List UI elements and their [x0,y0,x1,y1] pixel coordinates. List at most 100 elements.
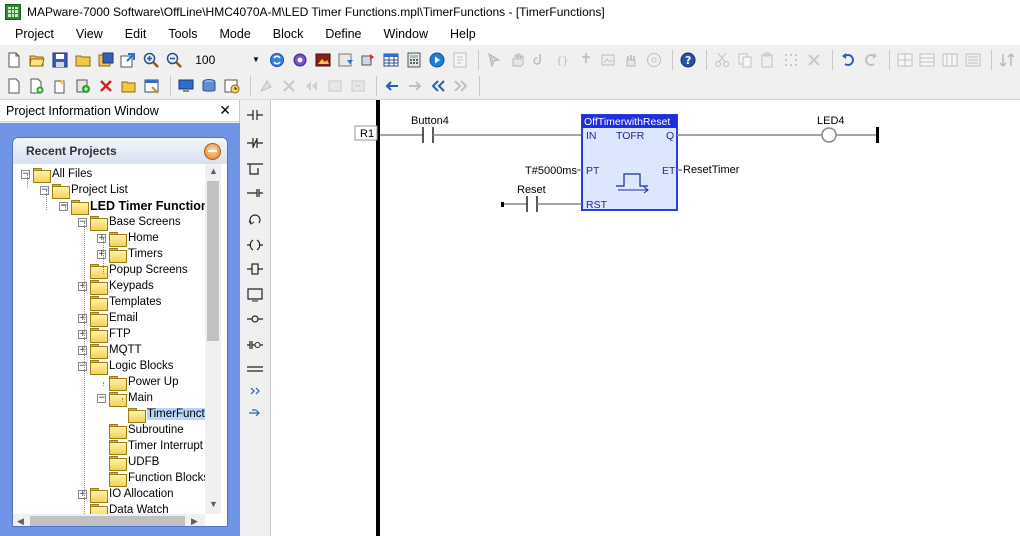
return-icon[interactable] [246,404,264,422]
zoom-in-icon[interactable] [141,50,161,70]
tree-item[interactable]: + Timers [97,246,163,263]
tool-c-icon[interactable] [302,76,322,96]
contact-button4[interactable] [422,127,434,143]
vertical-scroll-thumb[interactable] [207,181,219,341]
collapse-node-icon[interactable]: − [40,185,49,195]
set-coil-icon[interactable] [246,260,264,278]
arrow-right-icon[interactable] [405,76,425,96]
menu-define[interactable]: Define [310,27,368,41]
function-block-icon[interactable] [246,286,264,304]
menu-window[interactable]: Window [369,27,435,41]
copy-icon[interactable] [735,50,755,70]
tool-d-icon[interactable] [325,76,345,96]
horizontal-line-icon[interactable] [246,360,264,378]
delete-icon[interactable] [804,50,824,70]
expand-node-icon[interactable]: + [97,233,106,243]
expand-node-icon[interactable]: + [78,281,87,291]
contact-coil-icon[interactable] [246,336,264,354]
scroll-left-icon[interactable]: ◀ [17,516,24,526]
tree-item[interactable]: Templates [78,294,161,311]
new-page-icon[interactable] [4,76,24,96]
tree-item[interactable]: − Base Screens [78,214,181,231]
menu-tools[interactable]: Tools [153,27,204,41]
add-page-icon[interactable] [27,76,47,96]
image-icon[interactable] [313,50,333,70]
database-icon[interactable] [199,76,219,96]
tree-item[interactable]: Function Blocks [97,470,205,487]
rotate-icon[interactable] [246,212,264,230]
scroll-right-icon[interactable]: ▶ [191,516,198,526]
layout2-icon[interactable] [917,50,937,70]
branch-contact-icon[interactable] [246,184,264,202]
menu-help[interactable]: Help [435,27,483,41]
grab-icon[interactable] [622,50,642,70]
save-all-icon[interactable] [96,50,116,70]
redo-icon[interactable] [861,50,881,70]
output-coil-icon[interactable] [246,310,264,328]
menu-mode[interactable]: Mode [205,27,258,41]
no-contact-icon[interactable] [246,106,264,124]
tree-item[interactable]: + Keypads [78,278,154,295]
cut-icon[interactable] [712,50,732,70]
layout3-icon[interactable] [940,50,960,70]
menu-view[interactable]: View [61,27,110,41]
export-icon[interactable] [119,50,139,70]
tree-item[interactable]: Data Watch [78,502,169,514]
close-icon[interactable]: ✕ [219,102,231,119]
tree-item[interactable]: + MQTT [78,342,142,359]
horizontal-scroll-thumb[interactable] [30,516,185,526]
calculator-icon[interactable] [404,50,424,70]
tree-item[interactable]: + Home [97,230,159,247]
double-left-icon[interactable] [428,76,448,96]
collapse-icon[interactable] [204,142,221,160]
jump-icon[interactable] [246,382,264,400]
tool-a-icon[interactable] [256,76,276,96]
tree-item[interactable]: − LED Timer Functions [59,198,205,215]
folder-icon[interactable] [73,50,93,70]
tree-item[interactable]: Power Up [97,374,179,391]
tree-item[interactable]: − Project List [40,182,128,199]
zoom-select[interactable]: 100 ▼ [191,50,263,70]
paste-icon[interactable] [758,50,778,70]
new-item-icon[interactable] [50,76,70,96]
collapse-node-icon[interactable]: − [78,361,87,371]
expand-node-icon[interactable]: + [97,249,106,259]
tree-item[interactable]: − Main [97,390,153,407]
scroll-up-icon[interactable]: ▲ [209,166,218,176]
compile-icon[interactable] [336,50,356,70]
collapse-node-icon[interactable]: − [59,201,68,211]
sort-icon[interactable] [997,50,1017,70]
hand-icon[interactable] [507,50,527,70]
tree-item[interactable]: + FTP [78,326,131,343]
play-icon[interactable] [427,50,447,70]
expand-node-icon[interactable]: + [78,489,87,499]
tree-item[interactable]: UDFB [97,454,159,471]
menu-block[interactable]: Block [258,27,311,41]
page-icon[interactable] [450,50,470,70]
tree-vertical-scrollbar[interactable]: ▲ ▼ [205,164,221,514]
tool-b-icon[interactable] [279,76,299,96]
collapse-node-icon[interactable]: − [78,217,87,227]
monitor-icon[interactable] [176,76,196,96]
undo-icon[interactable] [838,50,858,70]
settings-icon[interactable] [290,50,310,70]
properties-icon[interactable] [142,76,162,96]
menu-project[interactable]: Project [0,27,61,41]
open-icon[interactable] [119,76,139,96]
hook-icon[interactable] [530,50,550,70]
coil-icon[interactable] [246,236,264,254]
scroll-down-icon[interactable]: ▼ [209,499,218,509]
tree-item[interactable]: + Email [78,310,138,327]
table-icon[interactable] [381,50,401,70]
schedule-icon[interactable] [222,76,242,96]
collapse-node-icon[interactable]: − [21,169,30,179]
tree-item[interactable]: Timer Interrupt [97,438,203,455]
contact-reset[interactable] [526,196,538,212]
grid-icon[interactable] [781,50,801,70]
tree-horizontal-scrollbar[interactable]: ◀ ▶ [13,514,205,526]
arrow-left-icon[interactable] [382,76,402,96]
brace-icon[interactable]: {} [553,50,573,70]
zoom-out-icon[interactable] [164,50,184,70]
menu-edit[interactable]: Edit [110,27,154,41]
open-folder-icon[interactable] [27,50,47,70]
